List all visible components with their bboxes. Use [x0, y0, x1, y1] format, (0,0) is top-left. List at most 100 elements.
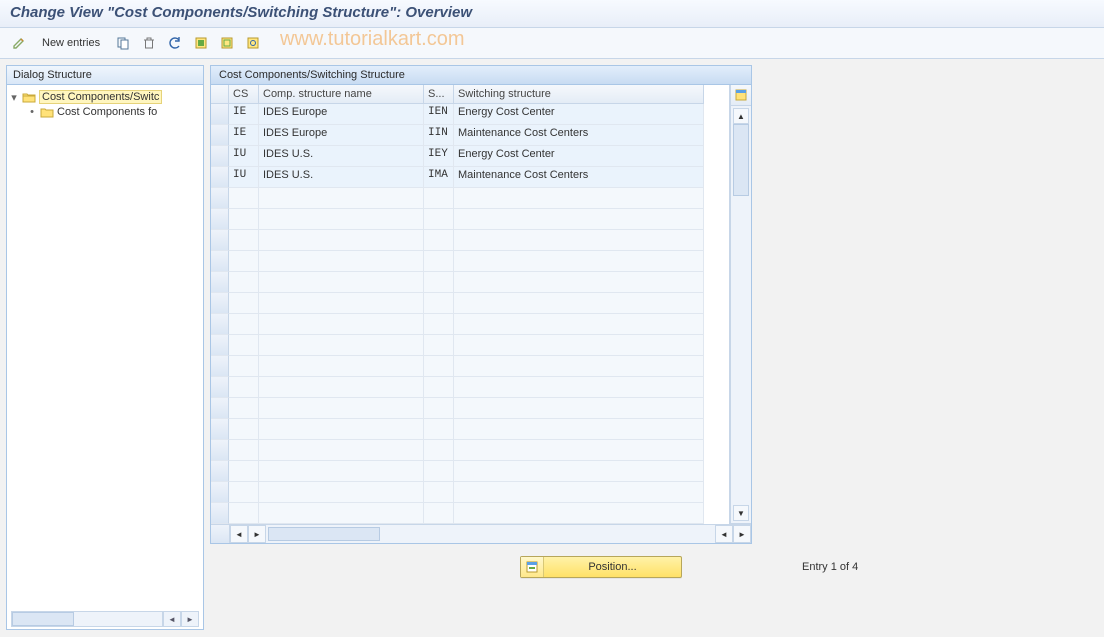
cell-cs[interactable]: IE [229, 125, 259, 146]
row-selector[interactable] [211, 104, 229, 125]
table-row-empty[interactable] [211, 398, 729, 419]
tree-hscroll-track[interactable] [11, 611, 163, 627]
cell-s[interactable] [424, 503, 454, 524]
cell-switching-structure[interactable] [454, 482, 704, 503]
cell-comp-structure-name[interactable] [259, 272, 424, 293]
cell-comp-structure-name[interactable]: IDES U.S. [259, 146, 424, 167]
table-config-button[interactable] [731, 85, 751, 106]
cell-comp-structure-name[interactable] [259, 398, 424, 419]
grid-vscroll-up[interactable]: ▲ [733, 108, 749, 124]
table-row-empty[interactable] [211, 314, 729, 335]
row-selector[interactable] [211, 293, 229, 314]
table-row-empty[interactable] [211, 188, 729, 209]
row-selector[interactable] [211, 356, 229, 377]
cell-switching-structure[interactable] [454, 314, 704, 335]
table-row-empty[interactable] [211, 230, 729, 251]
tree-hscroll-left[interactable]: ◄ [163, 611, 181, 627]
row-selector[interactable] [211, 188, 229, 209]
grid-vscroll-thumb[interactable] [733, 124, 749, 196]
cell-switching-structure[interactable] [454, 188, 704, 209]
cell-switching-structure[interactable] [454, 230, 704, 251]
row-selector[interactable] [211, 146, 229, 167]
cell-switching-structure[interactable] [454, 251, 704, 272]
grid-vscroll[interactable]: ▲ ▼ [731, 106, 751, 524]
cell-cs[interactable] [229, 398, 259, 419]
table-row-empty[interactable] [211, 335, 729, 356]
table-row-empty[interactable] [211, 377, 729, 398]
cell-s[interactable]: IIN [424, 125, 454, 146]
cell-s[interactable]: IEN [424, 104, 454, 125]
cell-comp-structure-name[interactable] [259, 419, 424, 440]
cell-s[interactable] [424, 293, 454, 314]
undo-button[interactable] [164, 32, 186, 54]
cell-comp-structure-name[interactable] [259, 461, 424, 482]
table-row-empty[interactable] [211, 356, 729, 377]
cell-s[interactable] [424, 230, 454, 251]
table-row-empty[interactable] [211, 293, 729, 314]
col-comp-structure-name[interactable]: Comp. structure name [259, 85, 424, 104]
cell-switching-structure[interactable] [454, 398, 704, 419]
cell-s[interactable] [424, 398, 454, 419]
cell-comp-structure-name[interactable] [259, 230, 424, 251]
cell-comp-structure-name[interactable] [259, 251, 424, 272]
cell-cs[interactable] [229, 461, 259, 482]
cell-comp-structure-name[interactable] [259, 209, 424, 230]
cell-switching-structure[interactable] [454, 419, 704, 440]
delete-button[interactable] [138, 32, 160, 54]
cell-s[interactable] [424, 461, 454, 482]
cell-s[interactable]: IEY [424, 146, 454, 167]
col-s[interactable]: S... [424, 85, 454, 104]
cell-switching-structure[interactable] [454, 356, 704, 377]
cell-switching-structure[interactable] [454, 335, 704, 356]
cell-comp-structure-name[interactable] [259, 293, 424, 314]
row-selector[interactable] [211, 440, 229, 461]
table-row-empty[interactable] [211, 251, 729, 272]
cell-cs[interactable] [229, 482, 259, 503]
cell-switching-structure[interactable]: Maintenance Cost Centers [454, 125, 704, 146]
row-selector[interactable] [211, 314, 229, 335]
cell-comp-structure-name[interactable]: IDES Europe [259, 104, 424, 125]
grid-hscroll-right-inner[interactable]: ► [248, 525, 266, 543]
cell-s[interactable] [424, 335, 454, 356]
tree-hscroll-right[interactable]: ► [181, 611, 199, 627]
cell-s[interactable] [424, 440, 454, 461]
tree-hscroll[interactable]: ◄ ► [11, 611, 199, 627]
position-button[interactable]: Position... [520, 556, 682, 578]
cell-cs[interactable] [229, 503, 259, 524]
row-selector[interactable] [211, 377, 229, 398]
cell-cs[interactable] [229, 251, 259, 272]
table-row[interactable]: IEIDES EuropeIINMaintenance Cost Centers [211, 125, 729, 146]
cell-cs[interactable] [229, 356, 259, 377]
cell-comp-structure-name[interactable] [259, 503, 424, 524]
row-selector[interactable] [211, 335, 229, 356]
expand-collapse-icon[interactable]: ▾ [9, 91, 19, 104]
table-row-empty[interactable] [211, 503, 729, 524]
table-row-empty[interactable] [211, 461, 729, 482]
table-row-empty[interactable] [211, 419, 729, 440]
toggle-edit-button[interactable] [8, 32, 30, 54]
deselect-all-button[interactable] [216, 32, 238, 54]
select-all-button[interactable] [190, 32, 212, 54]
cell-cs[interactable]: IE [229, 104, 259, 125]
cell-switching-structure[interactable]: Energy Cost Center [454, 146, 704, 167]
table-row-empty[interactable] [211, 209, 729, 230]
cell-comp-structure-name[interactable] [259, 482, 424, 503]
cell-cs[interactable]: IU [229, 167, 259, 188]
cell-cs[interactable] [229, 293, 259, 314]
cell-comp-structure-name[interactable] [259, 440, 424, 461]
cell-switching-structure[interactable] [454, 461, 704, 482]
row-selector[interactable] [211, 251, 229, 272]
row-selector[interactable] [211, 461, 229, 482]
cell-comp-structure-name[interactable] [259, 356, 424, 377]
cell-comp-structure-name[interactable]: IDES Europe [259, 125, 424, 146]
col-switching-structure[interactable]: Switching structure [454, 85, 704, 104]
cell-cs[interactable] [229, 272, 259, 293]
cell-cs[interactable] [229, 188, 259, 209]
row-selector[interactable] [211, 482, 229, 503]
configure-button[interactable] [242, 32, 264, 54]
cell-switching-structure[interactable] [454, 293, 704, 314]
cell-cs[interactable] [229, 314, 259, 335]
grid-hscroll-thumb[interactable] [268, 527, 380, 541]
grid-hscroll-right-outer[interactable]: ► [733, 525, 751, 543]
col-cs[interactable]: CS [229, 85, 259, 104]
